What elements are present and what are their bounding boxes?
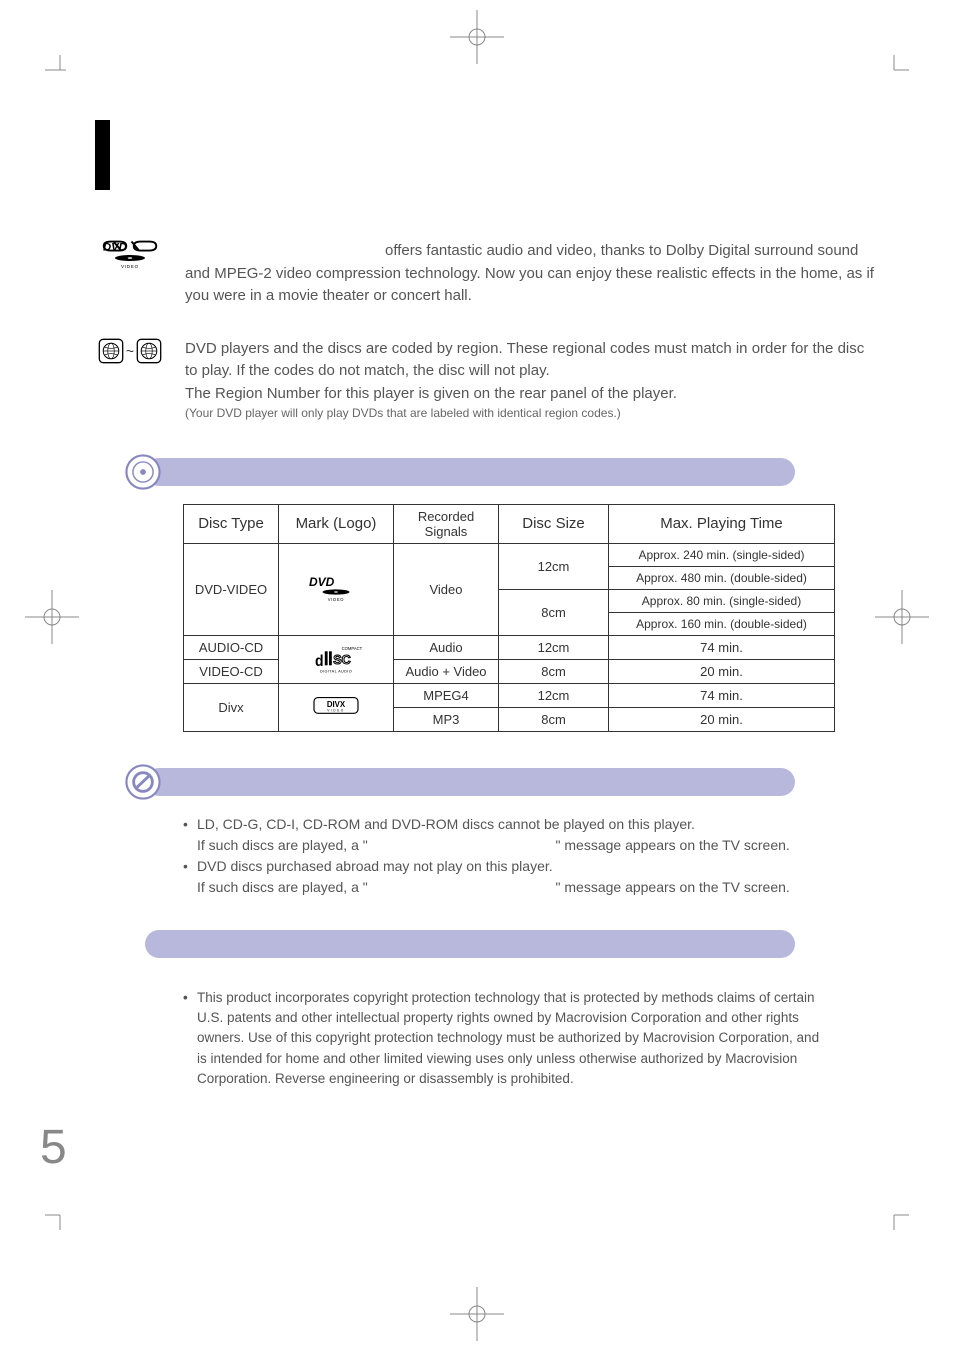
table-header-row: Disc Type Mark (Logo) Recorded Signals D… xyxy=(184,504,835,543)
list-item: This product incorporates copyright prot… xyxy=(183,988,823,1089)
copy-protection-header-pill xyxy=(145,930,795,958)
tilde-separator: ~ xyxy=(126,343,134,359)
cell-dvd-video-size1: 12cm xyxy=(499,543,609,589)
corner-mark-br xyxy=(879,1200,909,1230)
cell-divx-size2: 8cm xyxy=(499,707,609,731)
list-item: DVD discs purchased abroad may not play … xyxy=(183,856,875,898)
svg-text:DVD: DVD xyxy=(103,242,127,254)
svg-text:VIDEO: VIDEO xyxy=(327,709,345,713)
cell-video-cd-type: VIDEO-CD xyxy=(184,659,279,683)
cell-dvd-video-logo: DVD VIDEO xyxy=(279,543,394,635)
cell-dvd-video-time2: Approx. 480 min. (double-sided) xyxy=(609,566,835,589)
dvd-text: offers fantastic audio and video, thanks… xyxy=(185,242,874,304)
svg-text:d: d xyxy=(315,654,324,671)
svg-text:COMPACT: COMPACT xyxy=(342,646,363,651)
np-1c: " message appears on the TV screen. xyxy=(556,837,790,853)
np-2b: If such discs are played, a " xyxy=(197,879,368,895)
cell-dvd-video-size2: 8cm xyxy=(499,589,609,635)
dvd-video-logo-icon: DVD VIDEO xyxy=(306,574,366,604)
cell-divx-time1: 74 min. xyxy=(609,683,835,707)
list-item: LD, CD-G, CD-I, CD-ROM and DVD-ROM discs… xyxy=(183,814,875,856)
copy-2: This product incorporates copyright prot… xyxy=(197,990,819,1086)
table-row: DVD-VIDEO DVD VIDEO Video 12cm Approx. 2… xyxy=(184,543,835,566)
table-row: AUDIO-CD COMPACT d SC DIGITAL AUDIO Audi… xyxy=(184,635,835,659)
cell-divx-type: Divx xyxy=(184,683,279,731)
cell-audio-cd-size: 12cm xyxy=(499,635,609,659)
svg-text:DIVX: DIVX xyxy=(327,700,346,709)
cell-video-cd-time: 20 min. xyxy=(609,659,835,683)
cell-video-cd-size: 8cm xyxy=(499,659,609,683)
cell-divx-size1: 12cm xyxy=(499,683,609,707)
page-number: 5 xyxy=(40,1120,67,1175)
divx-logo-icon: DIVX VIDEO xyxy=(312,696,360,718)
crop-mark-left xyxy=(25,590,79,644)
region-line2: The Region Number for this player is giv… xyxy=(185,383,875,406)
corner-mark-tl xyxy=(45,55,75,85)
cell-divx-signals2: MP3 xyxy=(394,707,499,731)
th-recorded-signals: Recorded Signals xyxy=(394,504,499,543)
disc-table: Disc Type Mark (Logo) Recorded Signals D… xyxy=(183,504,835,732)
disc-pill-icon xyxy=(125,454,161,490)
cell-dvd-video-time4: Approx. 160 min. (double-sided) xyxy=(609,612,835,635)
not-play-header-pill xyxy=(145,768,795,796)
svg-text:DVD: DVD xyxy=(309,575,335,589)
np-1b: If such discs are played, a " xyxy=(197,837,368,853)
disc-table-header-pill xyxy=(145,458,795,486)
cell-divx-logo: DIVX VIDEO xyxy=(279,683,394,731)
th-mark-logo: Mark (Logo) xyxy=(279,504,394,543)
th-disc-size: Disc Size xyxy=(499,504,609,543)
crop-mark-top xyxy=(450,10,504,64)
corner-mark-bl xyxy=(45,1200,75,1230)
globe-icon xyxy=(98,338,124,364)
np-2a: DVD discs purchased abroad may not play … xyxy=(197,858,553,874)
region-icon-holder: ~ xyxy=(95,338,165,364)
svg-text:VIDEO: VIDEO xyxy=(121,264,139,269)
svg-text:SC: SC xyxy=(333,653,351,667)
dvd-section: DVD VIDEO offers fantastic audio and vid… xyxy=(95,240,875,308)
dvd-logo-holder: DVD VIDEO xyxy=(95,240,165,270)
cell-video-cd-signals: Audio + Video xyxy=(394,659,499,683)
cell-dvd-video-type: DVD-VIDEO xyxy=(184,543,279,635)
cell-audio-cd-time: 74 min. xyxy=(609,635,835,659)
np-2c: " message appears on the TV screen. xyxy=(556,879,790,895)
region-section: ~ DVD players and the discs are coded by… xyxy=(95,338,875,422)
np-1a: LD, CD-G, CD-I, CD-ROM and DVD-ROM discs… xyxy=(197,816,695,832)
crop-mark-right xyxy=(875,590,929,644)
region-line1: DVD players and the discs are coded by r… xyxy=(185,338,875,383)
prohibit-pill-icon xyxy=(125,764,161,800)
region-text-block: DVD players and the discs are coded by r… xyxy=(185,338,875,422)
cell-dvd-video-time1: Approx. 240 min. (single-sided) xyxy=(609,543,835,566)
dvd-video-logo-icon: DVD VIDEO xyxy=(100,240,160,270)
th-disc-type: Disc Type xyxy=(184,504,279,543)
cell-dvd-video-signals: Video xyxy=(394,543,499,635)
dvd-description: offers fantastic audio and video, thanks… xyxy=(185,240,875,308)
not-play-list: LD, CD-G, CD-I, CD-ROM and DVD-ROM discs… xyxy=(183,814,875,898)
cell-audio-cd-signals: Audio xyxy=(394,635,499,659)
svg-text:VIDEO: VIDEO xyxy=(328,597,345,602)
cell-dvd-video-time3: Approx. 80 min. (single-sided) xyxy=(609,589,835,612)
crop-mark-bottom xyxy=(450,1287,504,1341)
page-content: DVD VIDEO offers fantastic audio and vid… xyxy=(95,110,875,1113)
copy-protection-list: This product incorporates copyright prot… xyxy=(183,988,823,1089)
cell-divx-signals1: MPEG4 xyxy=(394,683,499,707)
cell-divx-time2: 20 min. xyxy=(609,707,835,731)
cell-cd-logo: COMPACT d SC DIGITAL AUDIO xyxy=(279,635,394,683)
table-row: Divx DIVX VIDEO MPEG4 12cm 74 min. xyxy=(184,683,835,707)
compact-disc-logo-icon: COMPACT d SC DIGITAL AUDIO xyxy=(308,644,364,674)
region-note: (Your DVD player will only play DVDs tha… xyxy=(185,405,875,422)
globe-icon xyxy=(136,338,162,364)
th-max-time: Max. Playing Time xyxy=(609,504,835,543)
corner-mark-tr xyxy=(879,55,909,85)
cell-audio-cd-type: AUDIO-CD xyxy=(184,635,279,659)
svg-text:DIGITAL AUDIO: DIGITAL AUDIO xyxy=(320,670,352,674)
